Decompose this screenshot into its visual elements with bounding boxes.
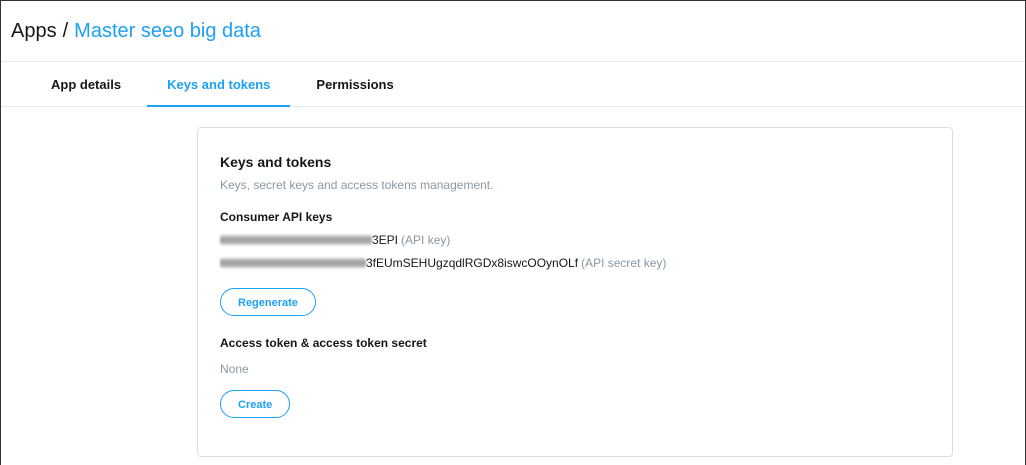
breadcrumb-apps-link[interactable]: Apps: [11, 20, 57, 43]
api-key-label: (API key): [401, 233, 451, 247]
app-window: Apps / Master seeo big data App details …: [0, 0, 1026, 465]
api-key-row: 3EPI (API key): [220, 233, 930, 247]
tab-app-details[interactable]: App details: [31, 62, 141, 106]
api-secret-key-label: (API secret key): [581, 256, 667, 270]
tab-bar: App details Keys and tokens Permissions: [1, 62, 1025, 107]
redacted-api-key-mask: [220, 235, 372, 245]
breadcrumb: Apps / Master seeo big data: [11, 20, 261, 43]
card-subtitle: Keys, secret keys and access tokens mana…: [220, 178, 494, 192]
api-key-value: 3EPI: [372, 233, 399, 247]
tab-permissions[interactable]: Permissions: [296, 62, 413, 106]
page-header: Apps / Master seeo big data: [1, 1, 1025, 62]
api-secret-key-value: 3fEUmSEHUgzqdlRGDx8iswcOOynOLf: [366, 256, 579, 270]
access-token-heading: Access token & access token secret: [220, 336, 427, 350]
breadcrumb-separator: /: [62, 19, 69, 42]
access-token-status: None: [220, 362, 249, 376]
breadcrumb-app-name[interactable]: Master seeo big data: [74, 20, 261, 43]
card-title: Keys and tokens: [220, 154, 332, 170]
keys-and-tokens-card: Keys and tokens Keys, secret keys and ac…: [197, 127, 953, 457]
redacted-api-secret-mask: [220, 258, 366, 268]
create-wrapper: Create: [220, 390, 930, 418]
tab-keys-and-tokens[interactable]: Keys and tokens: [147, 62, 291, 107]
consumer-api-keys-heading: Consumer API keys: [220, 210, 333, 224]
api-secret-key-row: 3fEUmSEHUgzqdlRGDx8iswcOOynOLf (API secr…: [220, 256, 930, 270]
regenerate-button[interactable]: Regenerate: [220, 288, 316, 316]
regenerate-wrapper: Regenerate: [220, 288, 930, 316]
create-button[interactable]: Create: [220, 390, 291, 418]
